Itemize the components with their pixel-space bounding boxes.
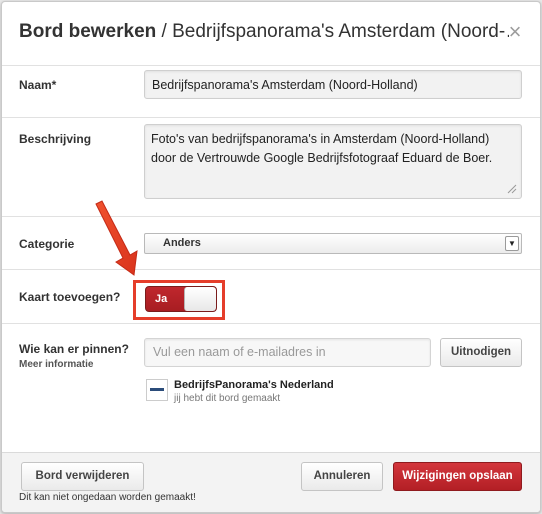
title-separator: / — [156, 21, 173, 42]
invite-button[interactable]: Uitnodigen — [440, 338, 522, 367]
map-label: Kaart toevoegen? — [19, 290, 121, 304]
cancel-button[interactable]: Annuleren — [301, 462, 383, 491]
pinners-label: Wie kan er pinnen? — [19, 342, 129, 356]
toggle-text: Ja — [155, 293, 168, 305]
category-select[interactable]: Anders ▼ — [144, 233, 522, 254]
name-input[interactable]: Bedrijfspanorama's Amsterdam (Noord-Holl… — [144, 70, 522, 99]
more-info-link[interactable]: Meer informatie — [19, 359, 93, 370]
dialog-footer: Bord verwijderen Dit kan niet ongedaan w… — [2, 452, 540, 512]
close-icon[interactable]: × — [506, 20, 524, 44]
description-label: Beschrijving — [19, 132, 92, 146]
edit-board-dialog: Bord bewerken / Bedrijfspanorama's Amste… — [1, 1, 541, 513]
red-arrow-annotation — [95, 200, 138, 276]
delete-warning: Dit kan niet ongedaan worden gemaakt! — [19, 492, 196, 503]
description-textarea[interactable]: Foto's van bedrijfspanorama's in Amsterd… — [144, 124, 522, 199]
select-arrow-icon: ▼ — [505, 236, 519, 251]
collaborator-subtext: jij hebt dit bord gemaakt — [174, 393, 281, 404]
toggle-knob — [184, 287, 216, 311]
category-row: Categorie Anders ▼ — [2, 217, 540, 270]
save-changes-button[interactable]: Wijzigingen opslaan — [393, 462, 522, 491]
dialog-title: Bord bewerken / Bedrijfspanorama's Amste… — [19, 21, 509, 43]
invite-input[interactable]: Vul een naam of e-mailadres in — [144, 338, 431, 367]
collaborator-name: BedrijfsPanorama's Nederland — [174, 379, 334, 391]
description-line-1: Foto's van bedrijfspanorama's in Amsterd… — [151, 132, 490, 146]
title-main: Bord bewerken — [19, 21, 157, 42]
map-row: Kaart toevoegen? — [2, 270, 540, 324]
delete-board-button[interactable]: Bord verwijderen — [21, 462, 144, 491]
category-label: Categorie — [19, 237, 75, 251]
map-toggle[interactable]: Ja — [145, 286, 217, 312]
description-row: Beschrijving Foto's van bedrijfspanorama… — [2, 118, 540, 217]
description-line-2: door de Vertrouwde Google Bedrijfsfotogr… — [151, 151, 493, 165]
category-value: Anders — [163, 237, 201, 249]
resize-handle-icon[interactable] — [507, 184, 517, 194]
name-row: Naam* Bedrijfspanorama's Amsterdam (Noor… — [2, 66, 540, 118]
collaborator-avatar — [146, 379, 168, 401]
dialog-header: Bord bewerken / Bedrijfspanorama's Amste… — [2, 2, 540, 66]
avatar-logo — [150, 388, 164, 391]
title-board-name: Bedrijfspanorama's Amsterdam (Noord-… — [172, 21, 509, 42]
name-label: Naam* — [19, 78, 57, 92]
